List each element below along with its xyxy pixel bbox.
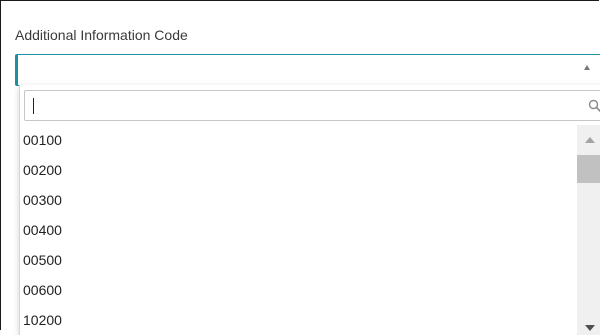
text-caret [33, 98, 34, 114]
options-list: 00100002000030000400005000060010200 [20, 125, 575, 335]
option-item[interactable]: 00300 [20, 185, 575, 215]
dropdown-search[interactable] [24, 90, 600, 121]
chevron-up-icon[interactable] [584, 65, 590, 70]
option-item[interactable]: 00500 [20, 245, 575, 275]
scroll-thumb[interactable] [577, 155, 600, 183]
scroll-up-arrow-icon[interactable] [585, 137, 595, 143]
field-label: Additional Information Code [15, 27, 188, 43]
dialog-frame: Additional Information Code 001000020000… [0, 0, 599, 330]
scroll-down-arrow-icon[interactable] [585, 325, 595, 331]
scrollbar[interactable] [577, 125, 600, 335]
option-item[interactable]: 00200 [20, 155, 575, 185]
option-item[interactable]: 00100 [20, 125, 575, 155]
option-item[interactable]: 00400 [20, 215, 575, 245]
additional-information-code-select[interactable] [15, 54, 600, 86]
search-icon[interactable] [588, 99, 600, 113]
option-item[interactable]: 00600 [20, 275, 575, 305]
search-input[interactable] [32, 94, 572, 117]
dropdown-panel: 00100002000030000400005000060010200 [19, 85, 600, 335]
